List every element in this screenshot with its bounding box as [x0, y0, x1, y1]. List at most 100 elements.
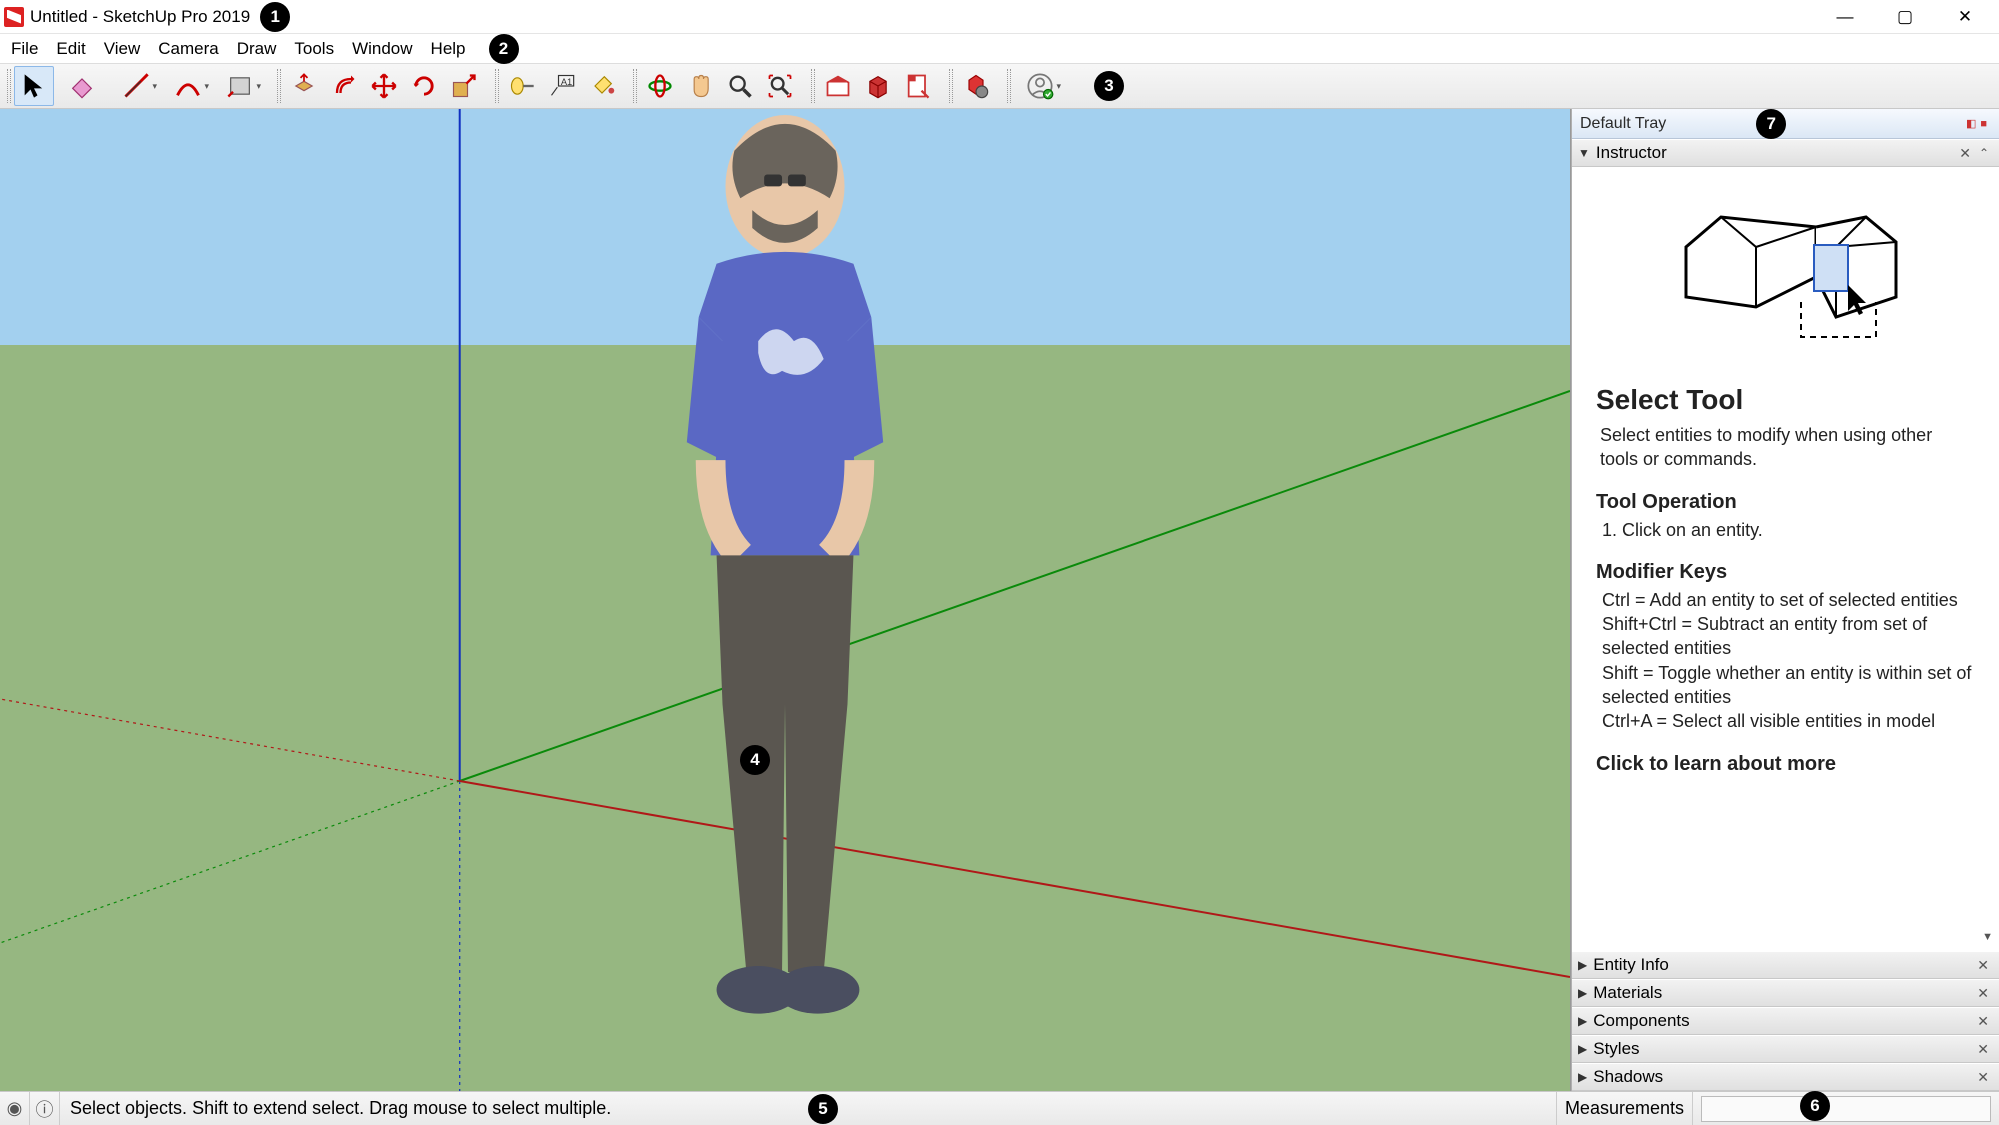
menu-edit[interactable]: Edit	[47, 37, 94, 61]
status-bar: ◉ ⓘ Select objects. Shift to extend sele…	[0, 1091, 1999, 1125]
tape-measure-tool[interactable]	[502, 66, 542, 106]
extension-manager-tool[interactable]	[956, 66, 996, 106]
panel-components-label: Components	[1593, 1011, 1689, 1031]
panel-instructor-header[interactable]: ▼ Instructor ✕ ⌃	[1572, 139, 1999, 167]
collapse-icon: ▶	[1578, 1070, 1587, 1084]
tray-pin-icon[interactable]: ◧	[1966, 117, 1976, 130]
move-tool[interactable]	[364, 66, 404, 106]
tray-close-icon[interactable]: ■	[1980, 118, 1987, 130]
panel-instructor-label: Instructor	[1596, 143, 1667, 163]
panel-entity-header[interactable]: ▶ Entity Info ✕	[1572, 951, 1999, 979]
callout-3: 3	[1094, 71, 1124, 101]
user-account-tool[interactable]	[1014, 66, 1066, 106]
instructor-mod-ctrla: Ctrl+A = Select all visible entities in …	[1602, 709, 1975, 733]
collapse-icon: ▶	[1578, 986, 1587, 1000]
toolbar: A1 3	[0, 63, 1999, 109]
panel-shadows-header[interactable]: ▶ Shadows ✕	[1572, 1063, 1999, 1091]
toolbar-grip-5[interactable]	[811, 69, 815, 103]
default-tray: Default Tray 7 ◧ ■ ▼ Instructor ✕ ⌃	[1571, 109, 1999, 1091]
panel-close-icon[interactable]: ✕	[1973, 1013, 1993, 1030]
instructor-learn-more[interactable]: Click to learn about more	[1596, 751, 1975, 778]
scale-tool[interactable]	[444, 66, 484, 106]
instructor-op-head: Tool Operation	[1596, 489, 1975, 516]
collapse-icon: ▶	[1578, 1014, 1587, 1028]
svg-text:A1: A1	[561, 77, 572, 87]
viewport-3d[interactable]: 4	[0, 109, 1571, 1091]
status-hint: Select objects. Shift to extend select. …	[60, 1098, 798, 1119]
measurements-label: Measurements	[1556, 1092, 1693, 1125]
menu-view[interactable]: View	[95, 37, 150, 61]
credits-icon[interactable]: ⓘ	[30, 1092, 60, 1125]
tray-title: Default Tray	[1580, 115, 1666, 133]
panel-materials-header[interactable]: ▶ Materials ✕	[1572, 979, 1999, 1007]
line-tool[interactable]	[110, 66, 162, 106]
panel-styles-header[interactable]: ▶ Styles ✕	[1572, 1035, 1999, 1063]
toolbar-grip-6[interactable]	[949, 69, 953, 103]
window-title: Untitled - SketchUp Pro 2019	[30, 7, 250, 27]
toolbar-grip-4[interactable]	[633, 69, 637, 103]
expand-icon: ▼	[1578, 146, 1590, 160]
callout-2: 2	[489, 34, 519, 64]
maximize-button[interactable]: ▢	[1875, 0, 1935, 34]
toolbar-grip-2[interactable]	[277, 69, 281, 103]
tray-title-bar[interactable]: Default Tray 7 ◧ ■	[1572, 109, 1999, 139]
menu-bar: File Edit View Camera Draw Tools Window …	[0, 34, 1999, 63]
callout-6: 6	[1800, 1091, 1830, 1121]
rectangle-tool[interactable]	[214, 66, 266, 106]
callout-1: 1	[260, 2, 290, 32]
panel-components-header[interactable]: ▶ Components ✕	[1572, 1007, 1999, 1035]
panel-close-icon[interactable]: ✕	[1973, 985, 1993, 1002]
pan-tool[interactable]	[680, 66, 720, 106]
collapse-icon: ▶	[1578, 958, 1587, 972]
menu-help[interactable]: Help	[422, 37, 475, 61]
panel-styles-label: Styles	[1593, 1039, 1639, 1059]
panel-close-icon[interactable]: ✕	[1973, 957, 1993, 974]
panel-shadows-label: Shadows	[1593, 1067, 1663, 1087]
minimize-button[interactable]: —	[1815, 0, 1875, 34]
menu-window[interactable]: Window	[343, 37, 421, 61]
toolbar-grip-3[interactable]	[495, 69, 499, 103]
geolocation-icon[interactable]: ◉	[0, 1092, 30, 1125]
menu-draw[interactable]: Draw	[228, 37, 286, 61]
panel-entity-label: Entity Info	[1593, 955, 1669, 975]
layout-tool[interactable]	[898, 66, 938, 106]
instructor-tool-title: Select Tool	[1596, 381, 1975, 419]
pushpull-tool[interactable]	[284, 66, 324, 106]
panel-materials-label: Materials	[1593, 983, 1662, 1003]
instructor-mod-head: Modifier Keys	[1596, 559, 1975, 586]
zoom-tool[interactable]	[720, 66, 760, 106]
callout-5: 5	[808, 1094, 838, 1124]
text-tool[interactable]: A1	[542, 66, 582, 106]
callout-4: 4	[740, 745, 770, 775]
instructor-mod-shiftctrl: Shift+Ctrl = Subtract an entity from set…	[1602, 612, 1975, 661]
toolbar-grip[interactable]	[7, 69, 11, 103]
title-bar: Untitled - SketchUp Pro 2019 1 — ▢ ✕	[0, 0, 1999, 34]
menu-tools[interactable]: Tools	[285, 37, 343, 61]
arc-tool[interactable]	[162, 66, 214, 106]
panel-close-icon[interactable]: ✕	[1973, 1069, 1993, 1086]
scale-figure	[0, 109, 1570, 1091]
instructor-mod-shift: Shift = Toggle whether an entity is with…	[1602, 661, 1975, 710]
menu-file[interactable]: File	[2, 37, 47, 61]
callout-7: 7	[1756, 109, 1786, 139]
measurements-input[interactable]	[1701, 1096, 1991, 1122]
close-button[interactable]: ✕	[1935, 0, 1995, 34]
panel-collapse-icon[interactable]: ⌃	[1975, 146, 1993, 160]
collapse-icon: ▶	[1578, 1042, 1587, 1056]
dropdown-icon[interactable]: ▼	[1982, 930, 1993, 945]
panel-close-icon[interactable]: ✕	[1955, 145, 1975, 162]
zoom-extents-tool[interactable]	[760, 66, 800, 106]
app-icon	[4, 7, 24, 27]
menu-camera[interactable]: Camera	[149, 37, 227, 61]
rotate-tool[interactable]	[404, 66, 444, 106]
select-tool[interactable]	[14, 66, 54, 106]
paint-bucket-tool[interactable]	[582, 66, 622, 106]
offset-tool[interactable]	[324, 66, 364, 106]
extension-warehouse-tool[interactable]	[858, 66, 898, 106]
toolbar-grip-7[interactable]	[1007, 69, 1011, 103]
eraser-tool[interactable]	[62, 66, 102, 106]
instructor-panel: Select Tool Select entities to modify wh…	[1572, 167, 1999, 951]
orbit-tool[interactable]	[640, 66, 680, 106]
panel-close-icon[interactable]: ✕	[1973, 1041, 1993, 1058]
3d-warehouse-tool[interactable]	[818, 66, 858, 106]
